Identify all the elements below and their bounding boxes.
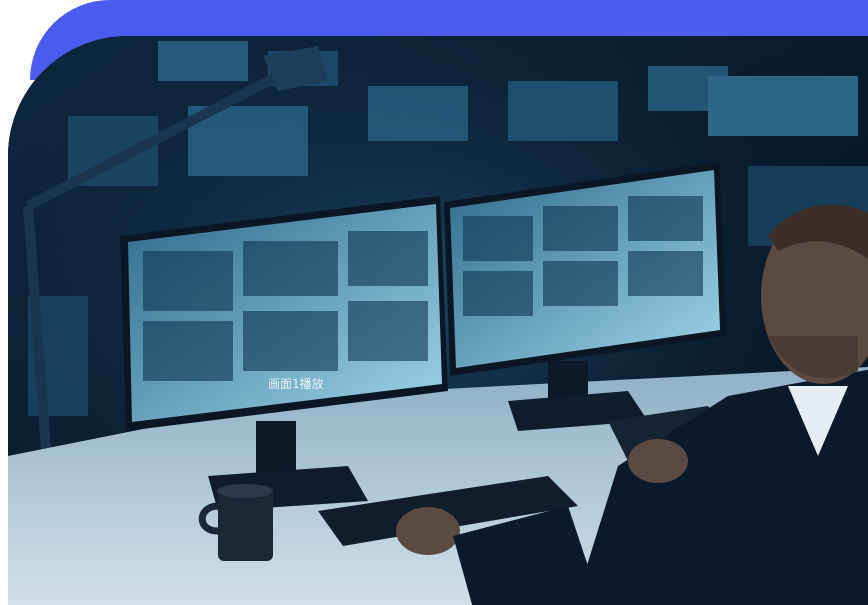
surveillance-photo: 画面1播放	[8, 36, 868, 605]
hero-image-canvas: 画面1播放	[0, 0, 868, 605]
right-hand	[628, 439, 688, 483]
screen-caption: 画面1播放	[268, 376, 324, 391]
photo-illustration: 画面1播放	[8, 36, 868, 605]
left-hand	[396, 507, 460, 555]
